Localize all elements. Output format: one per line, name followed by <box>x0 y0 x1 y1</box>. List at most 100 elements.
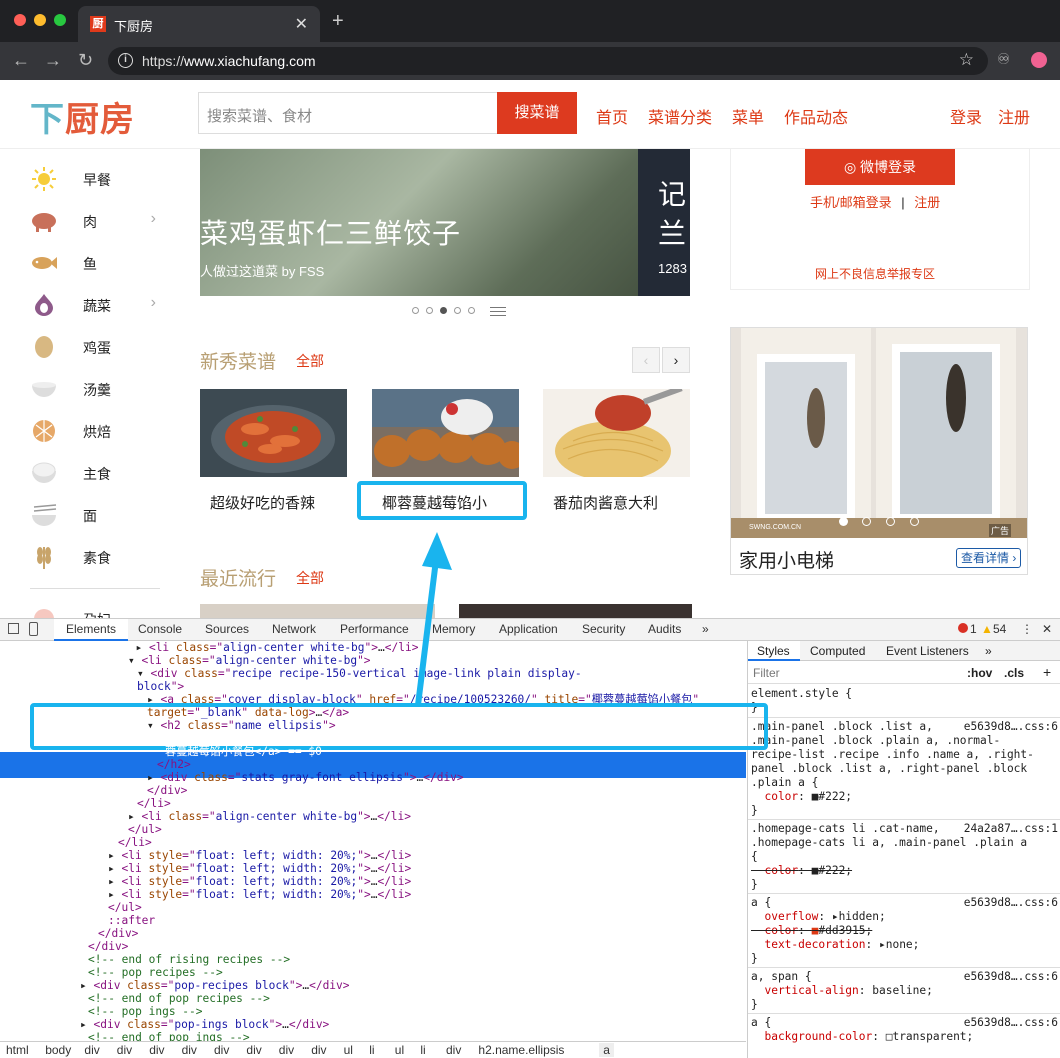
dom-node-line[interactable]: </ul> <box>0 823 746 836</box>
dom-node-line[interactable]: 蓉蔓越莓馅小餐包</a> == $0 <box>0 745 746 758</box>
dom-node-line[interactable]: ▸ <li style="float: left; width: 20%;">…… <box>0 862 746 875</box>
nav-menus[interactable]: 菜单 <box>732 104 764 128</box>
dom-node-line[interactable]: <!-- end of pop ings --> <box>0 1031 746 1041</box>
css-rule-line[interactable]: background-color: □transparent; <box>751 1030 973 1044</box>
css-rule-line[interactable]: .main-panel .block .list a, <box>751 720 933 734</box>
css-rule-line[interactable]: text-decoration: ▸none; <box>751 938 919 952</box>
category-breakfast[interactable]: 早餐 <box>30 164 160 194</box>
css-rule-line[interactable]: a { <box>751 1016 771 1030</box>
bookmark-star-icon[interactable]: ☆ <box>959 50 974 70</box>
carousel-list-icon[interactable] <box>490 307 506 316</box>
breadcrumb-item[interactable]: div <box>149 1043 164 1057</box>
breadcrumb-item[interactable]: div <box>214 1043 229 1057</box>
dom-node-line[interactable]: <!-- pop ings --> <box>0 1005 746 1018</box>
ad-details-button[interactable]: 查看详情 › <box>956 548 1022 568</box>
new-tab-icon[interactable]: + <box>332 11 344 31</box>
dom-node-line[interactable]: ::after <box>0 914 746 927</box>
dom-node-line[interactable]: </div> <box>0 927 746 940</box>
tab-security[interactable]: Security <box>582 622 625 636</box>
device-toolbar-icon[interactable] <box>29 622 38 636</box>
tab-sources[interactable]: Sources <box>205 622 249 636</box>
advertisement[interactable]: SWNG.COM.CN 广告 家用小电梯 查看详情 › <box>730 327 1028 575</box>
class-toggle[interactable]: .cls <box>1004 666 1024 680</box>
dom-node-line[interactable]: </h2> <box>0 758 746 771</box>
tab-elements[interactable]: Elements <box>66 622 116 636</box>
dom-node-line[interactable]: </li> <box>0 836 746 849</box>
search-input[interactable]: 搜索菜谱、食材 <box>198 92 498 134</box>
site-logo[interactable]: 下厨房 <box>30 92 135 141</box>
dom-node-line[interactable]: </div> <box>0 784 746 797</box>
breadcrumb-item[interactable]: div <box>117 1043 132 1057</box>
css-rule-line[interactable]: element.style { <box>751 687 852 701</box>
popular-image[interactable] <box>459 604 692 618</box>
recipe-image-shrimp[interactable] <box>200 389 347 477</box>
dom-node-line[interactable]: ▸ <div class="pop-recipes block">…</div> <box>0 979 746 992</box>
panel-register-link[interactable]: 注册 <box>914 195 940 210</box>
dom-node-line[interactable]: <!-- end of pop recipes --> <box>0 992 746 1005</box>
weibo-login-button[interactable]: ◎ 微博登录 <box>805 149 955 185</box>
dom-node-line[interactable]: ▸ <li style="float: left; width: 20%;">…… <box>0 888 746 901</box>
breadcrumb-item[interactable]: div <box>246 1043 261 1057</box>
dom-node-line[interactable]: </li> <box>0 797 746 810</box>
breadcrumb-item[interactable]: ul <box>395 1043 404 1057</box>
tab-network[interactable]: Network <box>272 622 316 636</box>
close-devtools-icon[interactable]: ✕ <box>1042 622 1052 636</box>
computed-tab[interactable]: Computed <box>810 644 865 658</box>
stylesheet-source-link[interactable]: e5639d8….css:6 <box>964 970 1058 984</box>
breadcrumb-item[interactable]: div <box>182 1043 197 1057</box>
carousel-dot[interactable] <box>426 307 433 314</box>
stylesheet-source-link[interactable]: e5639d8….css:6 <box>964 720 1058 734</box>
breadcrumb-item[interactable]: h2.name.ellipsis <box>478 1043 564 1057</box>
carousel-dot-active[interactable] <box>440 307 447 314</box>
css-rule-line[interactable]: .homepage-cats li a, .main-panel .plain … <box>751 836 1027 850</box>
nav-works[interactable]: 作品动态 <box>784 104 848 128</box>
event-listeners-tab[interactable]: Event Listeners <box>886 644 969 658</box>
dom-node-line[interactable]: ▸ <div class="stats gray-font ellipsis">… <box>0 771 746 784</box>
css-rule-line[interactable]: color: ■#dd3915; <box>751 924 872 938</box>
stylesheet-source-link[interactable]: e5639d8….css:6 <box>964 1016 1058 1030</box>
window-close-button[interactable] <box>14 14 26 26</box>
breadcrumb-item[interactable]: a <box>599 1043 614 1057</box>
back-icon[interactable]: ← <box>12 50 30 70</box>
forward-icon[interactable]: → <box>44 50 62 70</box>
register-link[interactable]: 注册 <box>998 104 1030 128</box>
css-rule-line[interactable]: a { <box>751 896 771 910</box>
recipe-name[interactable]: 番茄肉酱意大利 <box>553 492 658 513</box>
hero-banner[interactable]: 菜鸡蛋虾仁三鲜饺子 人做过这道菜 by FSS 记 兰 1283 <box>200 149 690 296</box>
category-noodle[interactable]: 面 <box>30 500 160 530</box>
css-rule-line[interactable]: .homepage-cats li .cat-name, <box>751 822 940 836</box>
tab-audits[interactable]: Audits <box>648 622 681 636</box>
window-minimize-button[interactable] <box>34 14 46 26</box>
css-rule-line[interactable]: overflow: ▸hidden; <box>751 910 885 924</box>
inspect-element-icon[interactable] <box>8 623 19 634</box>
breadcrumb-item[interactable]: body <box>45 1043 71 1057</box>
styles-pane[interactable]: Styles Computed Event Listeners » Filter… <box>747 641 1060 1058</box>
section-all-link[interactable]: 全部 <box>296 351 324 371</box>
nav-home[interactable]: 首页 <box>596 104 628 128</box>
breadcrumb-item[interactable]: div <box>84 1043 99 1057</box>
carousel-dot[interactable] <box>454 307 461 314</box>
category-vegetarian[interactable]: 素食 <box>30 542 160 572</box>
new-rule-icon[interactable]: + <box>1043 664 1051 680</box>
dom-node-line[interactable]: block"> <box>0 680 746 693</box>
tab-close-icon[interactable]: ✕ <box>295 14 308 34</box>
styles-tab[interactable]: Styles <box>757 644 790 658</box>
ad-dot[interactable] <box>886 517 895 526</box>
ad-dot[interactable] <box>910 517 919 526</box>
category-meat[interactable]: 肉 › <box>30 206 160 236</box>
more-tabs-icon[interactable]: » <box>702 622 709 636</box>
category-staple[interactable]: 主食 <box>30 458 160 488</box>
prev-page-button[interactable]: ‹ <box>632 347 660 373</box>
category-soup[interactable]: 汤羹 <box>30 374 160 404</box>
search-button[interactable]: 搜菜谱 <box>497 92 577 134</box>
ad-dot[interactable] <box>862 517 871 526</box>
section-all-link[interactable]: 全部 <box>296 568 324 588</box>
recipe-image-bread[interactable] <box>372 389 519 477</box>
css-rule-line[interactable]: a, span { <box>751 970 812 984</box>
warning-count[interactable]: 54 <box>993 622 1006 636</box>
stylesheet-source-link[interactable]: 24a2a87….css:1 <box>964 822 1058 836</box>
css-rule-line[interactable]: color: ■#222; <box>751 790 852 804</box>
carousel-dot[interactable] <box>412 307 419 314</box>
breadcrumb-item[interactable]: li <box>420 1043 425 1057</box>
css-rule-line[interactable]: .main-panel .block .plain a, .normal- <box>751 734 1000 748</box>
